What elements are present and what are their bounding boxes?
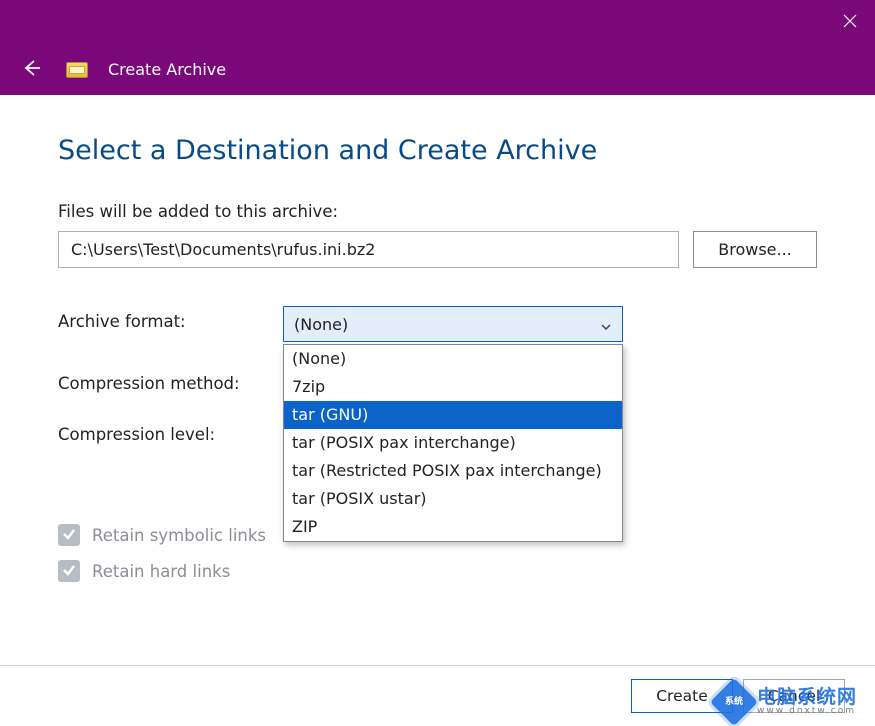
page-heading: Select a Destination and Create Archive: [58, 135, 817, 166]
archive-format-option[interactable]: tar (GNU): [284, 401, 622, 429]
window-title: Create Archive: [108, 60, 226, 79]
options-grid: Archive format: (None) (None)7ziptar (GN…: [58, 306, 817, 582]
back-arrow-icon: [20, 57, 42, 83]
compression-method-label: Compression method:: [58, 368, 283, 393]
archive-format-option[interactable]: 7zip: [284, 373, 622, 401]
window-close-button[interactable]: [825, 0, 875, 44]
header-bar: Create Archive: [0, 44, 875, 95]
back-button[interactable]: [16, 55, 46, 85]
archive-format-value: (None): [294, 315, 348, 334]
close-icon: [843, 13, 857, 32]
archive-format-option[interactable]: tar (Restricted POSIX pax interchange): [284, 457, 622, 485]
archive-path-label: Files will be added to this archive:: [58, 202, 817, 221]
archive-path-input[interactable]: [58, 231, 679, 268]
chevron-down-icon: [600, 318, 612, 330]
create-button[interactable]: Create: [631, 679, 733, 713]
archive-format-dropdown: (None)7ziptar (GNU)tar (POSIX pax interc…: [283, 344, 623, 542]
archive-format-field: (None) (None)7ziptar (GNU)tar (POSIX pax…: [283, 306, 623, 342]
archive-format-select[interactable]: (None): [283, 306, 623, 342]
retain-symbolic-checkbox[interactable]: [58, 524, 80, 546]
archive-format-option[interactable]: tar (POSIX pax interchange): [284, 429, 622, 457]
titlebar: [0, 0, 875, 44]
archive-format-option[interactable]: ZIP: [284, 513, 622, 541]
archive-path-row: Browse...: [58, 231, 817, 268]
cancel-button[interactable]: Cancel: [743, 679, 845, 713]
dialog-body: Select a Destination and Create Archive …: [0, 95, 875, 665]
retain-symbolic-label: Retain symbolic links: [92, 526, 266, 545]
archive-format-option[interactable]: (None): [284, 345, 622, 373]
archive-folder-icon: [66, 62, 88, 78]
dialog-footer: Create Cancel: [0, 665, 875, 725]
check-icon: [62, 562, 76, 581]
archive-format-label: Archive format:: [58, 306, 283, 331]
retain-hard-checkbox[interactable]: [58, 560, 80, 582]
retain-hard-row: Retain hard links: [58, 560, 623, 582]
browse-button[interactable]: Browse...: [693, 231, 817, 268]
check-icon: [62, 526, 76, 545]
retain-hard-label: Retain hard links: [92, 562, 230, 581]
archive-format-option[interactable]: tar (POSIX ustar): [284, 485, 622, 513]
compression-level-label: Compression level:: [58, 419, 283, 444]
